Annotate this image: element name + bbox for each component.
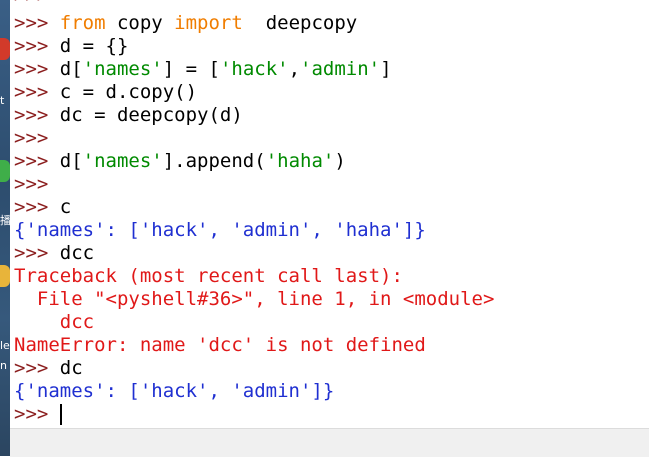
shell-prompt: >>> <box>14 58 60 80</box>
shell-prompt: >>> <box>14 35 60 57</box>
shell-text: import <box>174 12 243 34</box>
shell-text: NameError: name 'dcc' is not defined <box>14 334 426 356</box>
shell-text: {'names': ['hack', 'admin', 'haha']} <box>14 219 426 241</box>
desktop-app-icon-yellow[interactable] <box>0 265 10 287</box>
shell-text: dc <box>59 357 83 379</box>
text-cursor <box>59 404 62 425</box>
shell-line: dcc <box>14 311 94 334</box>
shell-line: File "<pyshell#36>", line 1, in <module> <box>14 288 495 311</box>
shell-line: >>> d['names'] = ['hack','admin'] <box>14 58 392 81</box>
python-shell-editor[interactable]: >>> >>> from copy import deepcopy>>> d =… <box>10 0 649 428</box>
shell-line: >>> from copy import deepcopy <box>14 12 357 35</box>
shell-text: dcc <box>14 311 95 333</box>
shell-text: File "<pyshell#36>", line 1, in <module> <box>14 288 495 310</box>
shell-text: ) <box>334 150 346 172</box>
shell-prompt: >>> <box>14 81 60 103</box>
shell-text: dc = deepcopy(d) <box>59 104 243 126</box>
shell-line: >>> dc = deepcopy(d) <box>14 104 243 127</box>
shell-prompt: >>> <box>14 403 60 425</box>
shell-text: d[ <box>59 58 83 80</box>
shell-text: dcc <box>59 242 95 264</box>
shell-line: >>> c = d.copy() <box>14 81 197 104</box>
shell-line: NameError: name 'dcc' is not defined <box>14 334 426 357</box>
desktop-background-strip: t 播 le n <box>0 0 11 456</box>
clipped-prompt: >>> <box>14 0 48 8</box>
shell-line: Traceback (most recent call last): <box>14 265 403 288</box>
shell-text: {'names': ['hack', 'admin']} <box>14 380 335 402</box>
shell-text: from <box>59 12 106 34</box>
shell-prompt: >>> <box>14 357 60 379</box>
shell-text: 'hack' <box>219 58 289 80</box>
shell-text: Traceback (most recent call last): <box>14 265 403 287</box>
desktop-icon-label: n <box>0 359 7 372</box>
shell-prompt: >>> <box>14 127 49 149</box>
desktop-icon-label: t <box>0 94 5 107</box>
shell-text: d = {} <box>59 35 129 57</box>
shell-line: >>> <box>14 127 48 150</box>
desktop-app-icon-green[interactable] <box>0 160 10 182</box>
shell-text: , <box>288 58 301 80</box>
shell-text: c <box>59 196 72 218</box>
shell-text: ].append( <box>162 150 266 172</box>
shell-text: copy <box>105 12 175 34</box>
shell-text: 'haha' <box>265 150 335 172</box>
shell-line: >>> d = {} <box>14 35 128 58</box>
shell-text: ] <box>380 58 392 80</box>
shell-text: c = d.copy() <box>59 81 198 103</box>
shell-prompt: >>> <box>14 173 49 195</box>
shell-text: 'names' <box>82 58 163 80</box>
shell-text: d[ <box>59 150 83 172</box>
desktop-app-icon-red[interactable] <box>0 38 10 60</box>
shell-line: >>> c <box>14 196 71 219</box>
shell-text: deepcopy <box>242 12 358 34</box>
shell-text: ] = [ <box>162 58 220 80</box>
shell-prompt: >>> <box>14 12 60 34</box>
shell-line: {'names': ['hack', 'admin', 'haha']} <box>14 219 426 242</box>
shell-prompt: >>> <box>14 104 60 126</box>
shell-line: >>> dc <box>14 357 83 380</box>
horizontal-scrollbar[interactable] <box>10 428 649 457</box>
shell-line: >>> <box>14 403 60 426</box>
shell-text: 'admin' <box>300 58 381 80</box>
desktop-icon-label: le <box>0 339 10 352</box>
shell-line: >>> dcc <box>14 242 94 265</box>
shell-text: 'names' <box>82 150 163 172</box>
shell-prompt: >>> <box>14 150 60 172</box>
shell-line: >>> d['names'].append('haha') <box>14 150 346 173</box>
shell-prompt: >>> <box>14 196 60 218</box>
shell-prompt: >>> <box>14 242 60 264</box>
shell-line: {'names': ['hack', 'admin']} <box>14 380 334 403</box>
shell-line: >>> <box>14 173 48 196</box>
